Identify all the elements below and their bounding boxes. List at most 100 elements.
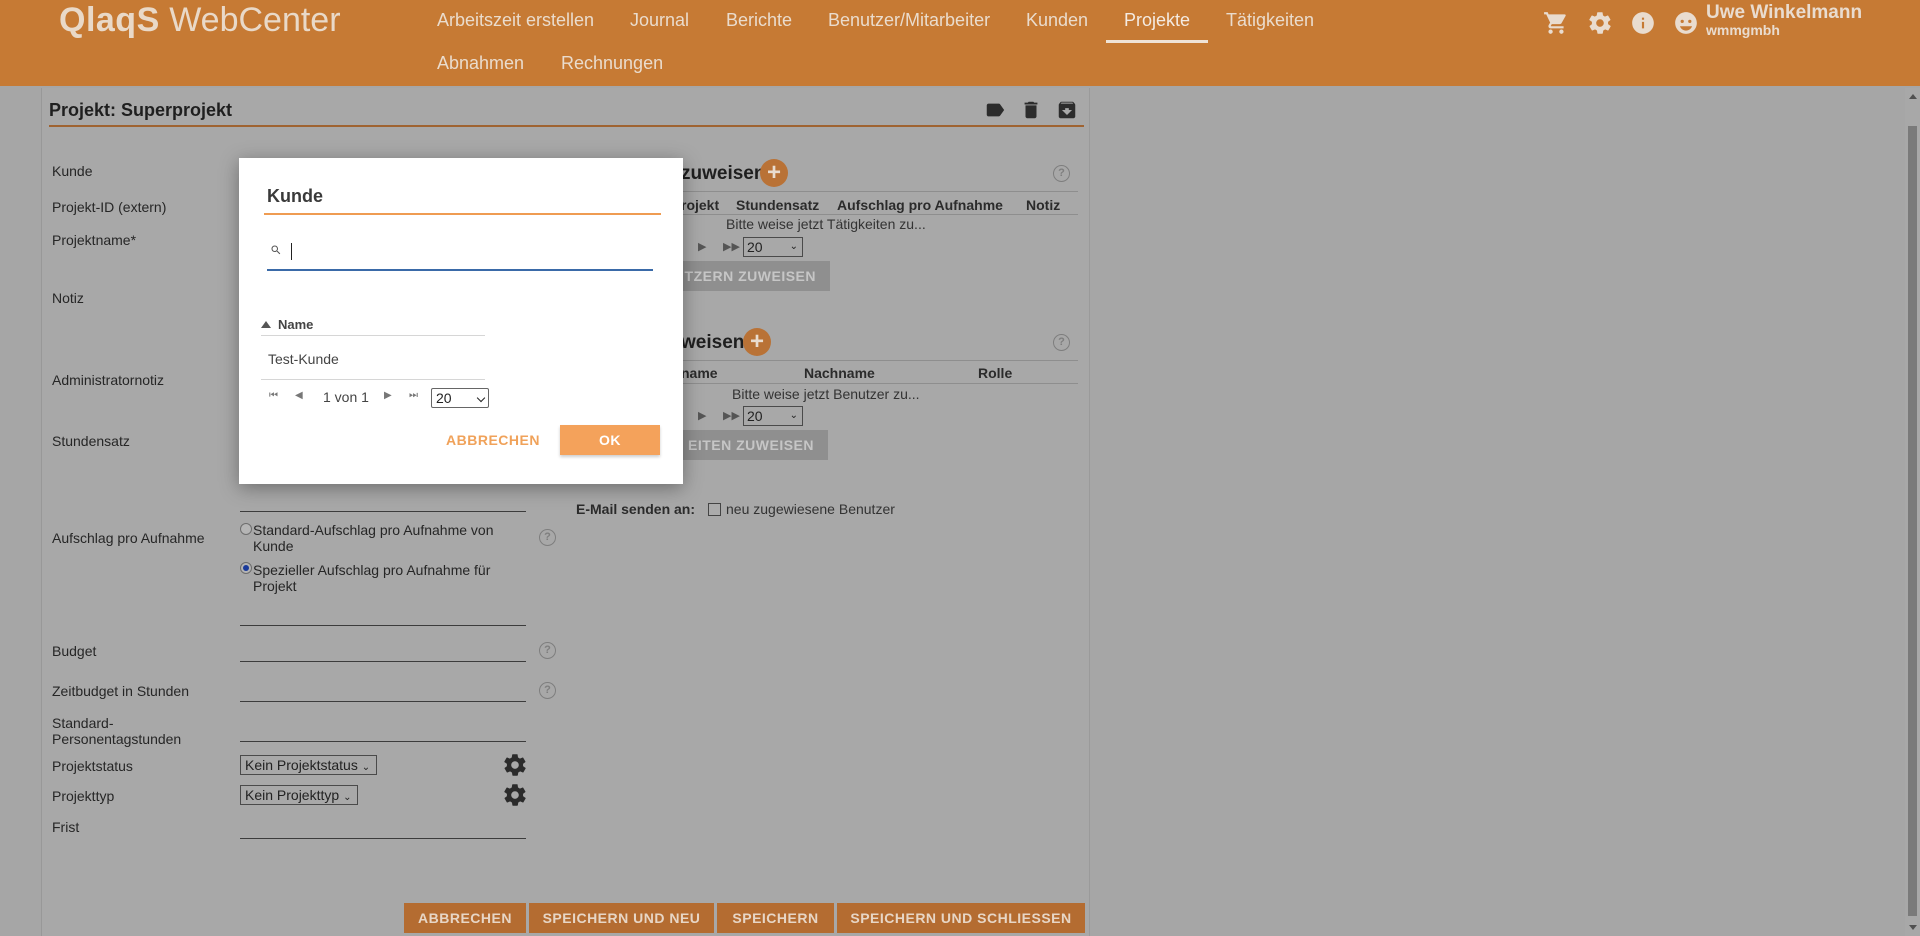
activities-header-bottom-line: [681, 214, 1078, 215]
assign-users-button[interactable]: EITEN ZUWEISEN: [681, 430, 828, 460]
zeitbudget-input[interactable]: [240, 701, 526, 702]
radio-special-aufschlag-label: Spezieller Aufschlag pro Aufnahme für Pr…: [253, 562, 491, 594]
users-header-vorname[interactable]: name: [681, 365, 718, 381]
projektstatus-settings-gear-icon[interactable]: [502, 752, 528, 778]
users-page-size-select[interactable]: 20 ⌄: [743, 406, 803, 426]
nav-taetigkeiten[interactable]: Tätigkeiten: [1226, 10, 1314, 31]
users-header-top-line: [681, 360, 1078, 361]
label-aufschlag: Aufschlag pro Aufnahme: [52, 530, 205, 546]
radio-standard-aufschlag[interactable]: [240, 523, 252, 535]
add-user-button[interactable]: +: [743, 328, 771, 356]
help-aufschlag-icon[interactable]: ?: [539, 529, 556, 546]
title-divider: [49, 125, 1084, 127]
save-button[interactable]: SPEICHERN: [717, 903, 834, 933]
radio-standard-aufschlag-label: Standard-Aufschlag pro Aufnahme von Kund…: [253, 522, 494, 554]
nav-berichte[interactable]: Berichte: [726, 10, 792, 31]
label-personentagstunden-2: Personentagstunden: [52, 731, 182, 747]
activities-next-page-icon[interactable]: ▶: [698, 240, 706, 253]
nav-kunden[interactable]: Kunden: [1026, 10, 1088, 31]
users-empty-message: Bitte weise jetzt Benutzer zu...: [732, 386, 920, 402]
stundensatz-input[interactable]: [240, 511, 526, 512]
activities-header-projekt[interactable]: rojekt: [681, 197, 719, 213]
label-projekt-id: Projekt-ID (extern): [52, 199, 167, 215]
help-activities-icon[interactable]: ?: [1053, 165, 1070, 182]
top-navigation-bar: QlaqS WebCenter Arbeitszeit erstellen Jo…: [0, 0, 1920, 86]
scroll-up-icon[interactable]: [1909, 94, 1917, 99]
users-header-rolle[interactable]: Rolle: [978, 365, 1012, 381]
activities-page-size-select[interactable]: 20 ⌄: [743, 237, 803, 257]
dialog-title: Kunde: [267, 186, 323, 206]
sort-ascending-icon: [261, 321, 271, 328]
frist-input[interactable]: [240, 838, 526, 839]
email-new-users-label: neu zugewiesene Benutzer: [726, 501, 895, 517]
radio-special-aufschlag[interactable]: [240, 562, 252, 574]
archive-icon[interactable]: [1056, 99, 1078, 121]
assign-activities-button[interactable]: TZERN ZUWEISEN: [681, 261, 830, 291]
label-stundensatz: Stundensatz: [52, 433, 130, 449]
save-and-new-button[interactable]: SPEICHERN UND NEU: [529, 903, 714, 933]
nav-rechnungen[interactable]: Rechnungen: [561, 53, 663, 74]
pagination-info: 1 von 1: [323, 389, 369, 405]
cancel-button[interactable]: ABBRECHEN: [404, 903, 526, 933]
label-personentagstunden-1: Standard-: [52, 715, 114, 731]
last-page-icon[interactable]: ⏭: [409, 390, 418, 401]
row-divider: [261, 379, 485, 380]
help-users-icon[interactable]: ?: [1053, 334, 1070, 351]
label-notiz: Notiz: [52, 290, 84, 306]
projektstatus-select[interactable]: Kein Projektstatus ⌄: [240, 755, 377, 775]
label-budget: Budget: [52, 643, 97, 659]
projekttyp-settings-gear-icon[interactable]: [502, 782, 528, 808]
label-administratornotiz: Administratornotiz: [52, 372, 165, 388]
label-projekttyp: Projekttyp: [52, 788, 115, 804]
activities-section-title: zuweisen: [681, 163, 766, 184]
tag-icon[interactable]: [984, 99, 1006, 121]
nav-abnahmen[interactable]: Abnahmen: [437, 53, 524, 74]
email-new-users-checkbox[interactable]: [708, 503, 721, 516]
projekttyp-select[interactable]: Kein Projekttyp ⌄: [240, 785, 358, 805]
users-header-nachname[interactable]: Nachname: [804, 365, 875, 381]
users-last-page-icon[interactable]: ▶▶: [723, 409, 740, 422]
add-activity-button[interactable]: +: [760, 159, 788, 187]
chevron-down-icon: [476, 393, 486, 403]
previous-page-icon[interactable]: ◀: [295, 390, 303, 401]
users-next-page-icon[interactable]: ▶: [698, 409, 706, 422]
column-header-name[interactable]: Name: [261, 317, 313, 332]
user-avatar-icon[interactable]: [1673, 10, 1699, 36]
activities-header-top-line: [681, 191, 1078, 192]
cart-icon[interactable]: [1543, 10, 1569, 36]
page-title: Projekt: Superprojekt: [49, 100, 233, 120]
user-company: wmmgmbh: [1706, 22, 1780, 38]
save-and-close-button[interactable]: SPEICHERN UND SCHLIESSEN: [837, 903, 1085, 933]
nav-projekte[interactable]: Projekte: [1124, 10, 1190, 31]
info-icon[interactable]: [1630, 10, 1656, 36]
page-scrollbar[interactable]: [1905, 88, 1920, 936]
page-size-select[interactable]: 20: [431, 388, 489, 408]
scroll-down-icon[interactable]: [1909, 925, 1917, 930]
help-zeitbudget-icon[interactable]: ?: [539, 682, 556, 699]
activities-last-page-icon[interactable]: ▶▶: [723, 240, 740, 253]
dialog-title-divider: [264, 213, 661, 215]
search-input[interactable]: [291, 239, 634, 261]
dialog-cancel-button[interactable]: ABBRECHEN: [441, 425, 545, 455]
activities-header-notiz[interactable]: Notiz: [1026, 197, 1060, 213]
delete-icon[interactable]: [1020, 99, 1042, 121]
kunde-dialog: Kunde Name Test-Kunde ⏮ ◀ 1 von 1 ▶ ⏭ 20…: [239, 158, 683, 484]
first-page-icon[interactable]: ⏮: [269, 390, 278, 401]
nav-journal[interactable]: Journal: [630, 10, 689, 31]
nav-arbeitszeit-erstellen[interactable]: Arbeitszeit erstellen: [437, 10, 594, 31]
help-budget-icon[interactable]: ?: [539, 642, 556, 659]
personentagstunden-input[interactable]: [240, 741, 526, 742]
activities-header-stundensatz[interactable]: Stundensatz: [736, 197, 819, 213]
nav-benutzer-mitarbeiter[interactable]: Benutzer/Mitarbeiter: [828, 10, 990, 31]
scrollbar-thumb[interactable]: [1908, 126, 1917, 916]
app-logo[interactable]: QlaqS WebCenter: [59, 0, 341, 40]
user-name[interactable]: Uwe Winkelmann: [1706, 2, 1862, 24]
aufschlag-input[interactable]: [240, 625, 526, 626]
header-divider: [261, 335, 485, 336]
activities-header-aufschlag[interactable]: Aufschlag pro Aufnahme: [837, 197, 1003, 213]
next-page-icon[interactable]: ▶: [384, 390, 392, 401]
dialog-ok-button[interactable]: OK: [560, 425, 660, 455]
budget-input[interactable]: [240, 661, 526, 662]
gear-icon[interactable]: [1587, 10, 1613, 36]
list-item[interactable]: Test-Kunde: [268, 351, 339, 367]
